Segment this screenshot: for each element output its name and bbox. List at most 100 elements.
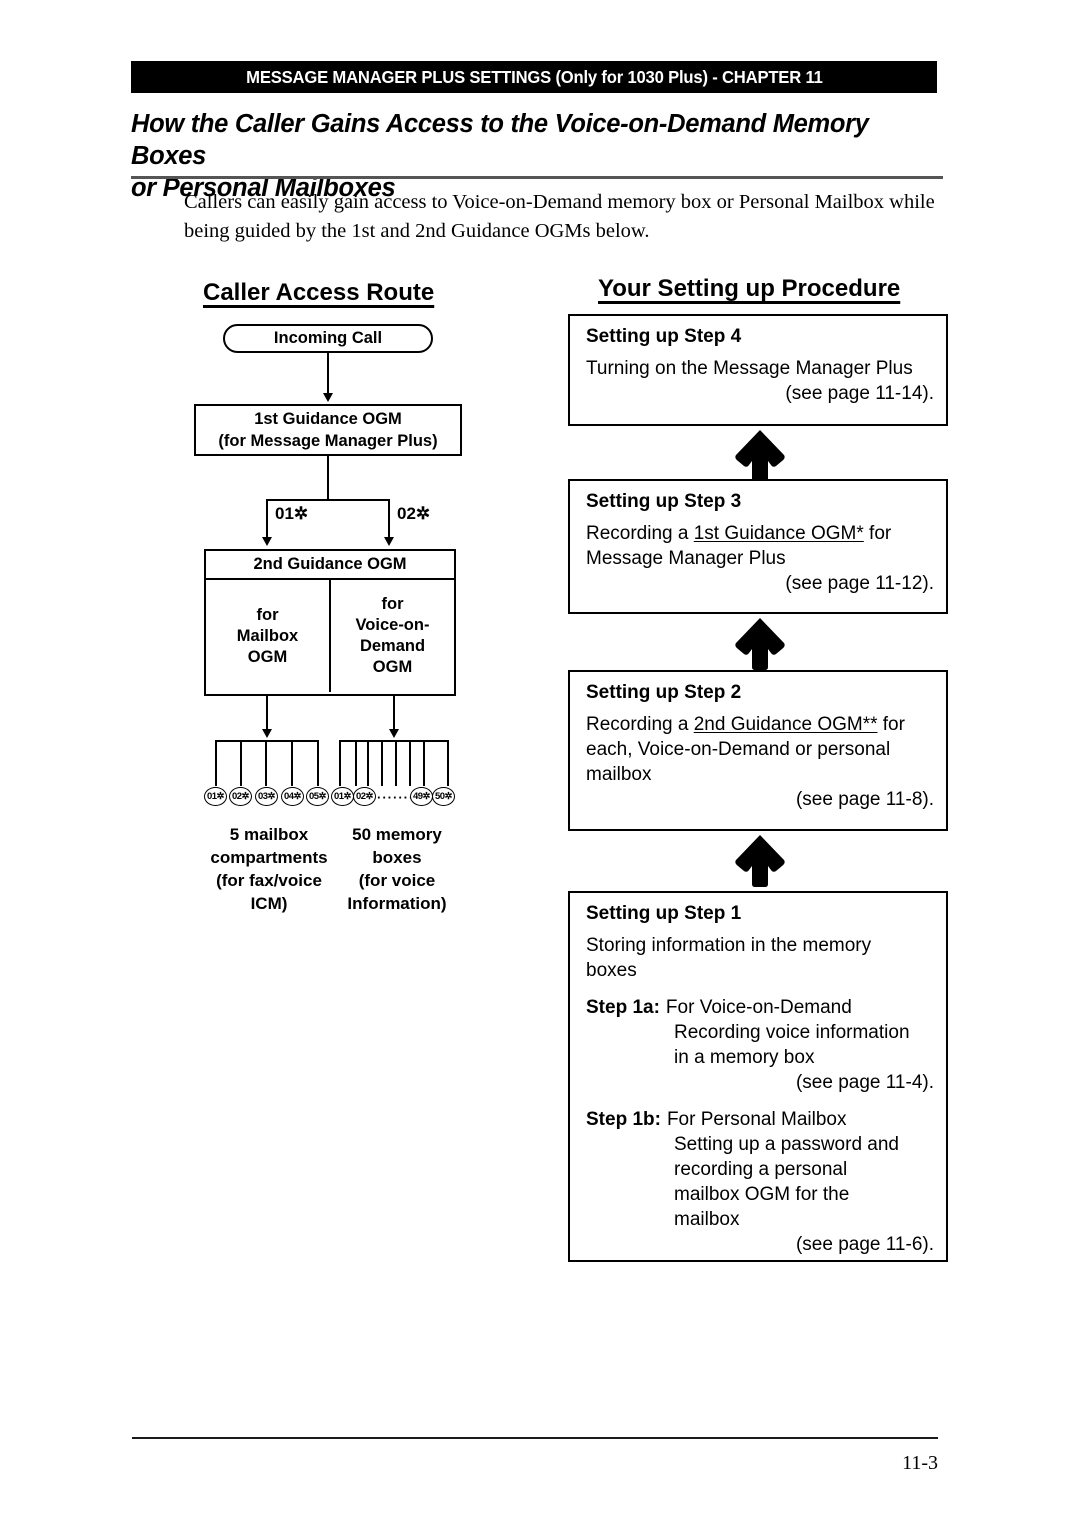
intro-line1: Callers can easily gain access to Voice-… bbox=[184, 191, 935, 213]
memory-caption-line2: boxes bbox=[372, 848, 422, 867]
memory-comb-tooth bbox=[447, 740, 449, 786]
step-2-line1: Recording a 2nd Guidance OGM** for bbox=[586, 712, 934, 737]
connector-branch-left bbox=[266, 499, 268, 538]
mailbox-caption-line4: ICM) bbox=[250, 894, 288, 913]
substep-1a-line1: For Voice-on-Demand bbox=[665, 997, 852, 1018]
connector-vod-to-comb bbox=[393, 696, 395, 730]
memory-comb-tooth bbox=[355, 740, 357, 786]
mailbox-chip: 03✲ bbox=[255, 787, 278, 806]
connector-branch-right bbox=[388, 499, 390, 538]
arrowhead-mailbox-to-comb bbox=[261, 729, 272, 738]
substep-1b: Step 1b: For Personal Mailbox Setting up… bbox=[586, 1107, 934, 1257]
step-1-body: Storing information in the memory boxes … bbox=[586, 933, 934, 1257]
substep-1a-line2: Recording voice information bbox=[674, 1022, 910, 1043]
substep-1b-row: Step 1b: For Personal Mailbox bbox=[586, 1107, 934, 1132]
substep-1b-line1: For Personal Mailbox bbox=[666, 1109, 847, 1130]
page-title-line1: How the Caller Gains Access to the Voice… bbox=[131, 110, 869, 170]
step-3-suffix: for bbox=[863, 523, 892, 544]
branch-label-02: 02✲ bbox=[397, 504, 431, 523]
setting-up-procedure-title: Your Setting up Procedure bbox=[598, 275, 901, 302]
memory-caption: 50 memory boxes (for voice Information) bbox=[337, 823, 457, 915]
branch-label-01: 01✲ bbox=[275, 504, 309, 523]
memory-chip: 02✲ bbox=[353, 787, 376, 806]
arrowhead-vod-to-comb bbox=[388, 729, 399, 738]
memory-comb-tooth bbox=[409, 740, 411, 786]
memory-comb-tooth bbox=[381, 740, 383, 786]
step-2-body: Recording a 2nd Guidance OGM** for each,… bbox=[586, 712, 934, 812]
mailbox-comb-tooth bbox=[240, 740, 242, 786]
step-1-title: Setting up Step 1 bbox=[586, 903, 742, 924]
memory-chip: 49✲ bbox=[410, 787, 433, 806]
connector-incoming-to-first bbox=[327, 353, 329, 394]
chapter-banner: MESSAGE MANAGER PLUS SETTINGS (Only for … bbox=[131, 61, 937, 93]
substep-1b-page-ref: (see page 11-6). bbox=[795, 1234, 934, 1255]
incoming-call-label: Incoming Call bbox=[273, 329, 383, 347]
step-3-underlined-term: 1st Guidance OGM* bbox=[693, 523, 864, 544]
arrowhead-branch-left bbox=[261, 537, 272, 546]
step-2-suffix: for bbox=[877, 714, 905, 735]
incoming-call-node: Incoming Call bbox=[223, 324, 433, 353]
title-divider bbox=[131, 176, 943, 179]
substep-1a-row: Step 1a: For Voice-on-Demand bbox=[586, 995, 934, 1020]
memory-chip: 50✲ bbox=[432, 787, 455, 806]
mailbox-comb-tooth bbox=[215, 740, 217, 786]
second-guidance-header: 2nd Guidance OGM bbox=[206, 551, 454, 580]
second-guidance-ogm-node: 2nd Guidance OGM for Mailbox OGM for Voi… bbox=[204, 549, 456, 696]
memory-caption-line3: (for voice bbox=[358, 871, 436, 890]
memory-comb-tooth bbox=[339, 740, 341, 786]
step-2-page-ref: (see page 11-8). bbox=[795, 789, 934, 810]
substep-1b-line3: recording a personal bbox=[674, 1159, 848, 1180]
step-3-line2: Message Manager Plus bbox=[586, 548, 786, 569]
arrowhead-incoming-to-first bbox=[322, 393, 333, 402]
step-3-body: Recording a 1st Guidance OGM* for Messag… bbox=[586, 521, 934, 596]
vod-cell-line2: Voice-on- bbox=[355, 616, 430, 634]
step-1-line2: boxes bbox=[586, 960, 637, 981]
caller-access-route-title: Caller Access Route bbox=[203, 279, 435, 306]
memory-comb-tooth bbox=[367, 740, 369, 786]
step-3-title: Setting up Step 3 bbox=[586, 491, 742, 512]
setting-up-step-2-box: Setting up Step 2 Recording a 2nd Guidan… bbox=[568, 670, 948, 831]
mailbox-comb-tooth bbox=[265, 740, 267, 786]
mailbox-comb bbox=[215, 740, 319, 786]
up-arrow-step3-to-step4 bbox=[734, 428, 786, 482]
step-4-title: Setting up Step 4 bbox=[586, 326, 742, 347]
setting-up-step-1-box: Setting up Step 1 Storing information in… bbox=[568, 891, 948, 1262]
substep-1a-line3: in a memory box bbox=[674, 1047, 815, 1068]
arrowhead-branch-right bbox=[383, 537, 394, 546]
step-2-line3: mailbox bbox=[586, 764, 652, 785]
memory-comb bbox=[339, 740, 449, 786]
step-2-title: Setting up Step 2 bbox=[586, 682, 742, 703]
substep-1a-label: Step 1a: bbox=[586, 997, 660, 1018]
substep-1b-label: Step 1b: bbox=[586, 1109, 661, 1130]
memory-caption-line1: 50 memory bbox=[352, 825, 442, 844]
vod-cell-line3: Demand bbox=[359, 637, 426, 655]
page-number: 11-3 bbox=[902, 1452, 938, 1474]
substep-1b-line4: mailbox OGM for the bbox=[674, 1184, 850, 1205]
first-guidance-line2: (for Message Manager Plus) bbox=[218, 432, 438, 450]
setting-up-step-4-box: Setting up Step 4 Turning on the Message… bbox=[568, 314, 948, 426]
step-4-page-ref: (see page 11-14). bbox=[785, 383, 934, 404]
footer-divider bbox=[132, 1437, 938, 1439]
page-canvas: MESSAGE MANAGER PLUS SETTINGS (Only for … bbox=[0, 0, 1080, 1526]
step-2-line2: each, Voice-on-Demand or personal bbox=[586, 739, 891, 760]
step-4-body: Turning on the Message Manager Plus (see… bbox=[586, 356, 934, 406]
chapter-banner-text: MESSAGE MANAGER PLUS SETTINGS (Only for … bbox=[245, 66, 823, 87]
memory-comb-tooth bbox=[395, 740, 397, 786]
first-guidance-line1: 1st Guidance OGM bbox=[254, 410, 402, 428]
mailbox-chip: 05✲ bbox=[306, 787, 329, 806]
second-guidance-cells: for Mailbox OGM for Voice-on- Demand OGM bbox=[206, 580, 454, 692]
substep-1a: Step 1a: For Voice-on-Demand Recording v… bbox=[586, 995, 934, 1095]
mailbox-caption-line2: compartments bbox=[210, 848, 328, 867]
memory-caption-line4: Information) bbox=[347, 894, 447, 913]
mailbox-chip: 02✲ bbox=[229, 787, 252, 806]
memory-comb-tooth bbox=[423, 740, 425, 786]
substep-1b-line5: mailbox bbox=[674, 1209, 740, 1230]
step-1-line1: Storing information in the memory bbox=[586, 935, 872, 956]
vod-cell-line4: OGM bbox=[372, 658, 413, 676]
step-2-underlined-term: 2nd Guidance OGM** bbox=[693, 714, 878, 735]
substep-1b-line2: Setting up a password and bbox=[674, 1134, 899, 1155]
vod-cell-line1: for bbox=[381, 595, 404, 613]
connector-first-stem bbox=[327, 456, 329, 500]
second-guidance-voice-on-demand-cell: for Voice-on- Demand OGM bbox=[331, 580, 454, 692]
mailbox-chip: 04✲ bbox=[281, 787, 304, 806]
